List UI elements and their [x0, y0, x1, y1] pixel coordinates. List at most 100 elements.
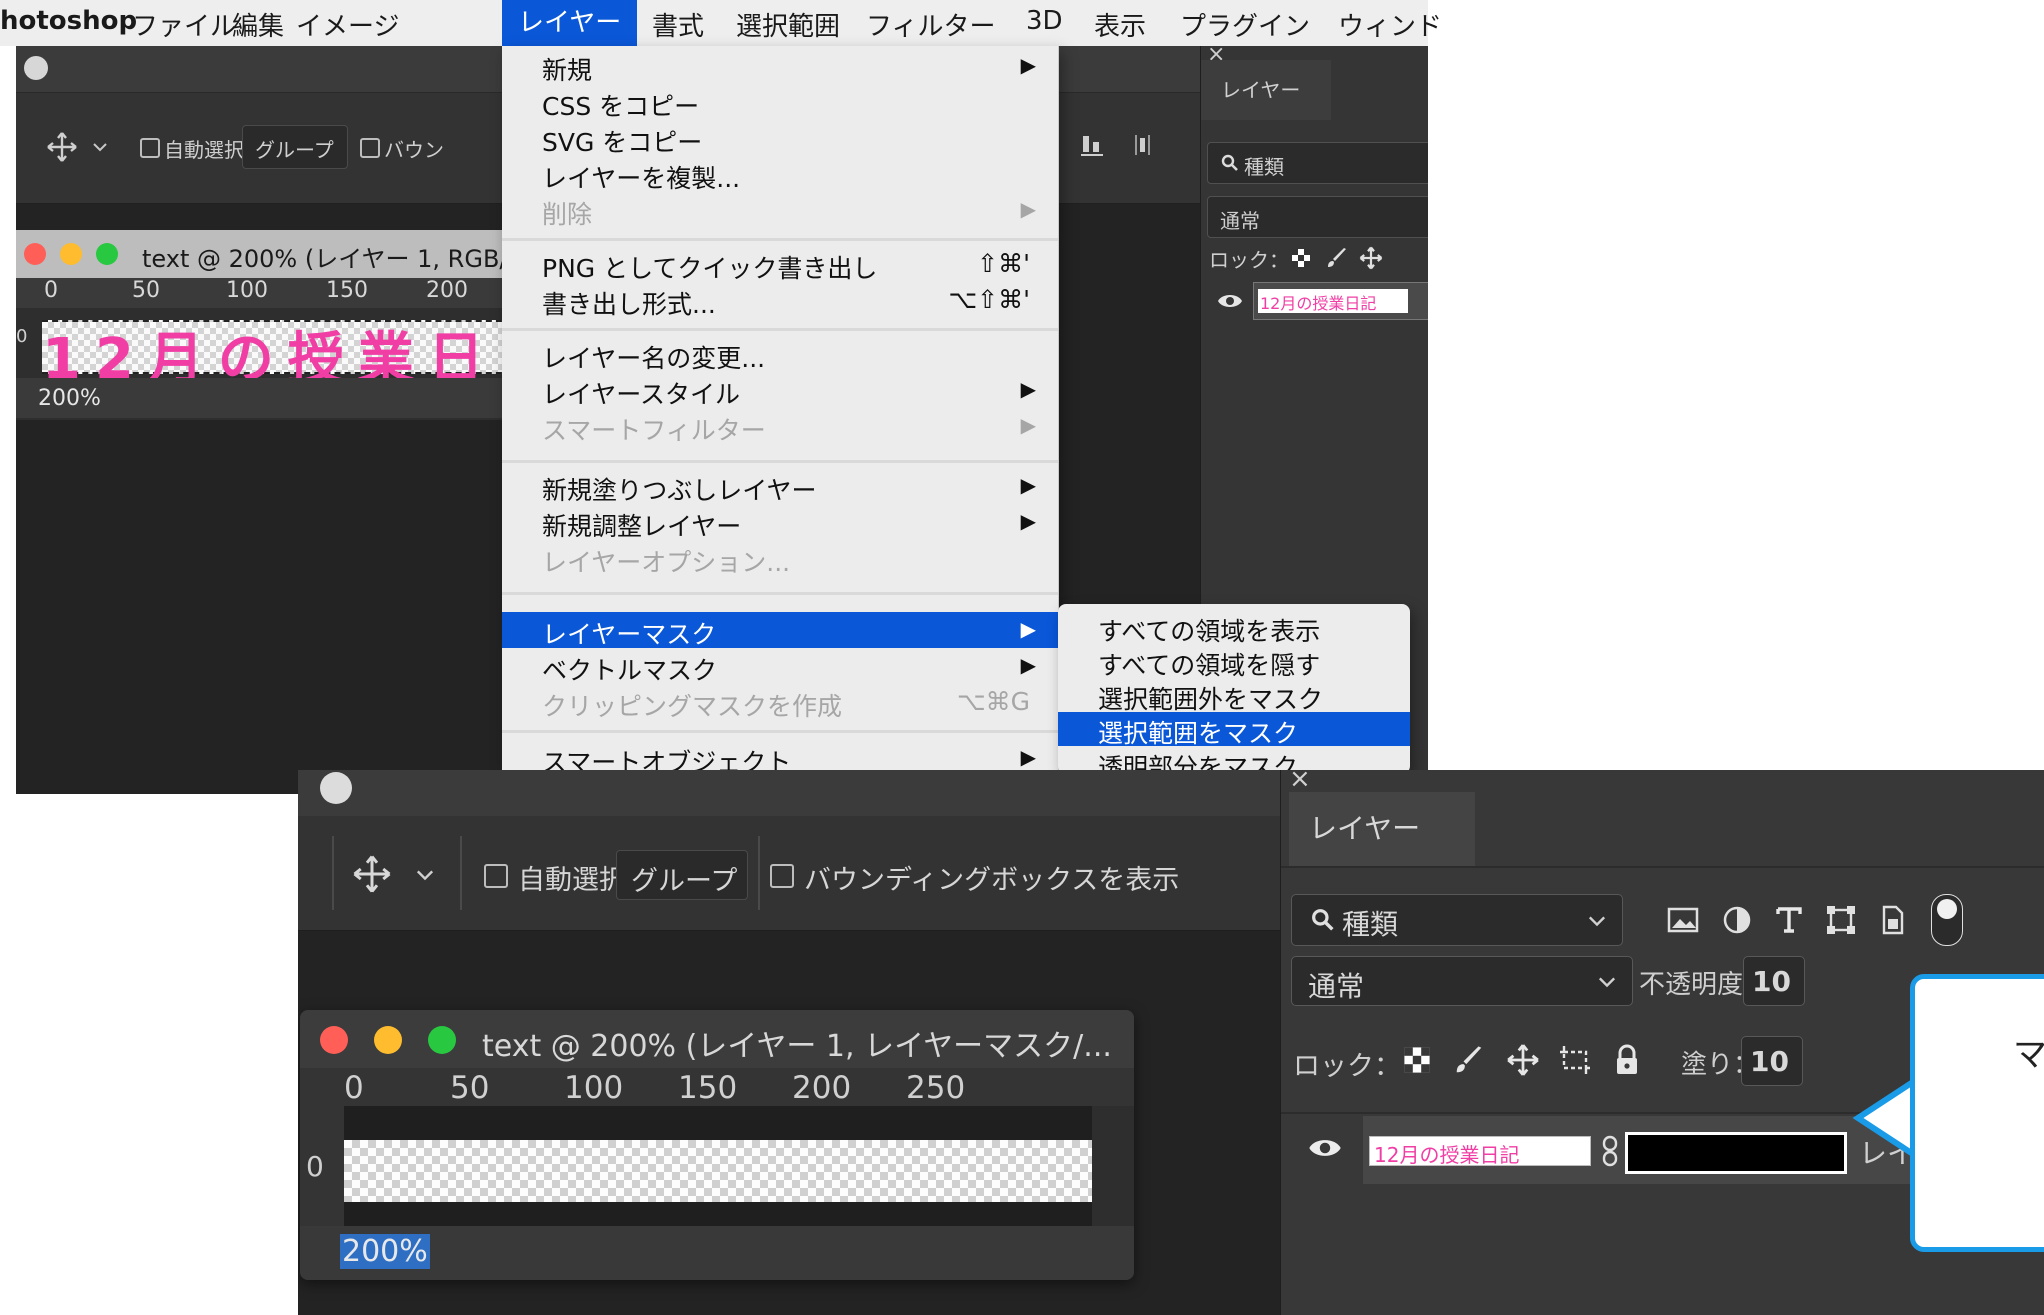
- align-bottom-icon[interactable]: [1076, 129, 1108, 161]
- layer-filter-dropdown[interactable]: 種類: [1207, 142, 1428, 184]
- menu-item-label: 削除: [542, 200, 593, 229]
- window-dot-icon[interactable]: [320, 772, 352, 804]
- submenu-item-reveal-all[interactable]: すべての領域を表示: [1058, 610, 1410, 646]
- submenu-arrow-icon: ▶: [1020, 413, 1036, 437]
- filter-shape-icon[interactable]: [1821, 900, 1861, 940]
- menu-edit[interactable]: 編集: [232, 6, 284, 43]
- submenu-item-hide-all[interactable]: すべての領域を隠す: [1058, 644, 1410, 680]
- filter-toggle-switch[interactable]: [1931, 894, 1963, 946]
- close-panel-icon[interactable]: ×: [1289, 770, 1311, 794]
- search-icon: [1220, 153, 1240, 173]
- chevron-down-icon[interactable]: [414, 864, 436, 886]
- menu-item-new[interactable]: 新規 ▶: [502, 48, 1058, 85]
- menu-item-label: スマートフィルター: [542, 416, 766, 445]
- submenu-item-label: すべての領域を隠す: [1098, 651, 1321, 680]
- group-dropdown[interactable]: グループ: [242, 125, 348, 169]
- menu-file[interactable]: ファイル: [132, 6, 236, 43]
- move-tool-icon[interactable]: [350, 852, 394, 896]
- menu-item-copy-svg[interactable]: SVG をコピー: [502, 120, 1058, 157]
- lock-transparent-icon[interactable]: [1289, 246, 1313, 270]
- document-canvas[interactable]: 12月の授業日: [42, 320, 512, 392]
- menu-3d[interactable]: 3D: [1026, 6, 1063, 36]
- document-title: text @ 200% (レイヤー 1, RGB/8: [142, 245, 523, 273]
- menu-filter[interactable]: フィルター: [866, 6, 995, 43]
- filter-adjustment-icon[interactable]: [1717, 900, 1757, 940]
- menu-item-rename-layer[interactable]: レイヤー名の変更...: [502, 336, 1058, 373]
- bounding-box-checkbox[interactable]: [360, 138, 380, 158]
- ruler-label: 100: [226, 278, 268, 303]
- menu-item-shortcut: ⇧⌘': [977, 249, 1030, 278]
- menu-plugins[interactable]: プラグイン: [1180, 6, 1310, 43]
- submenu-item-mask-outside-selection[interactable]: 選択範囲外をマスク: [1058, 678, 1410, 714]
- menu-item-layer-style[interactable]: レイヤースタイル ▶: [502, 372, 1058, 409]
- eye-icon[interactable]: [1215, 286, 1245, 316]
- auto-select-checkbox[interactable]: [140, 138, 160, 158]
- menu-select[interactable]: 選択範囲: [736, 6, 840, 43]
- vertical-ruler: 0: [300, 1106, 344, 1226]
- eye-icon[interactable]: [1305, 1128, 1345, 1168]
- layer-row[interactable]: 12月の授業日記: [1253, 282, 1428, 320]
- zoom-level[interactable]: 200%: [38, 386, 101, 411]
- menu-item-new-fill-layer[interactable]: 新規塗りつぶしレイヤー ▶: [502, 468, 1058, 505]
- zoom-window-button[interactable]: [96, 243, 118, 265]
- lock-artboard-icon[interactable]: [1555, 1040, 1595, 1080]
- bounding-box-checkbox[interactable]: [770, 864, 794, 888]
- filter-type-icon[interactable]: [1769, 900, 1809, 940]
- filter-smart-object-icon[interactable]: [1873, 900, 1913, 940]
- blend-mode-dropdown[interactable]: 通常: [1291, 956, 1633, 1006]
- lock-pixels-brush-icon[interactable]: [1325, 246, 1349, 270]
- minimize-window-button[interactable]: [374, 1026, 402, 1054]
- lock-all-icon[interactable]: [1609, 1040, 1645, 1080]
- menu-item-label: 新規塗りつぶしレイヤー: [542, 476, 817, 505]
- link-chain-icon[interactable]: [1599, 1134, 1621, 1168]
- zoom-window-button[interactable]: [428, 1026, 456, 1054]
- layer-mask-thumbnail[interactable]: [1625, 1132, 1847, 1174]
- auto-select-checkbox[interactable]: [484, 864, 508, 888]
- lock-transparent-icon[interactable]: [1399, 1042, 1435, 1078]
- close-window-button[interactable]: [320, 1026, 348, 1054]
- menu-window[interactable]: ウィンド: [1338, 6, 1442, 43]
- opacity-input[interactable]: 10: [1743, 956, 1805, 1006]
- minimize-window-button[interactable]: [60, 243, 82, 265]
- chevron-down-icon[interactable]: [90, 137, 110, 157]
- menu-image[interactable]: イメージ: [296, 6, 399, 43]
- close-window-button[interactable]: [24, 243, 46, 265]
- menu-view[interactable]: 表示: [1094, 6, 1146, 43]
- layer-filter-dropdown[interactable]: 種類: [1291, 894, 1623, 946]
- menu-item-vector-mask[interactable]: ベクトルマスク ▶: [502, 648, 1058, 685]
- lock-position-icon[interactable]: [1357, 244, 1385, 272]
- menu-item-duplicate-layer[interactable]: レイヤーを複製...: [502, 156, 1058, 193]
- blend-mode-dropdown[interactable]: 通常: [1207, 196, 1428, 238]
- tab-layers[interactable]: レイヤー: [1289, 792, 1475, 866]
- menu-item-copy-css[interactable]: CSS をコピー: [502, 84, 1058, 121]
- menu-item-layer-mask[interactable]: レイヤーマスク ▶: [502, 612, 1058, 649]
- document-canvas[interactable]: [344, 1140, 1092, 1202]
- menu-item-new-adjustment-layer[interactable]: 新規調整レイヤー ▶: [502, 504, 1058, 541]
- fill-input[interactable]: 10: [1741, 1036, 1803, 1086]
- filter-image-icon[interactable]: [1663, 900, 1703, 940]
- toolbar-divider: [332, 836, 334, 910]
- status-bar: 200%: [16, 378, 506, 418]
- menu-layer[interactable]: レイヤー: [502, 0, 638, 46]
- submenu-item-mask-selection[interactable]: 選択範囲をマスク: [1058, 712, 1410, 748]
- tab-layers[interactable]: レイヤー: [1201, 60, 1331, 120]
- distribute-icon[interactable]: [1126, 129, 1158, 161]
- menu-bar: hotoshop ファイル 編集 イメージ レイヤー 書式 選択範囲 フィルター…: [0, 0, 1442, 46]
- lock-position-icon[interactable]: [1503, 1040, 1543, 1080]
- zoom-level[interactable]: 200%: [340, 1234, 430, 1269]
- ruler-label: 150: [326, 278, 368, 303]
- menu-item-smart-object[interactable]: スマートオブジェクト ▶: [502, 740, 1058, 772]
- menu-item-quick-export-png[interactable]: PNG としてクイック書き出し ⇧⌘': [502, 246, 1058, 283]
- app-menu[interactable]: hotoshop: [0, 6, 137, 36]
- submenu-arrow-icon: ▶: [1020, 617, 1036, 641]
- menu-item-label: レイヤースタイル: [542, 380, 741, 409]
- menu-item-label: 新規調整レイヤー: [542, 512, 742, 541]
- group-dropdown[interactable]: グループ: [616, 850, 748, 900]
- vertical-ruler-label: 0: [306, 1150, 324, 1183]
- move-tool-icon[interactable]: [42, 127, 82, 167]
- menu-item-export-as[interactable]: 書き出し形式... ⌥⇧⌘': [502, 282, 1058, 319]
- lock-pixels-brush-icon[interactable]: [1451, 1042, 1487, 1078]
- window-dot-icon[interactable]: [24, 56, 48, 80]
- ruler-label: 200: [792, 1070, 852, 1106]
- menu-type[interactable]: 書式: [652, 6, 704, 43]
